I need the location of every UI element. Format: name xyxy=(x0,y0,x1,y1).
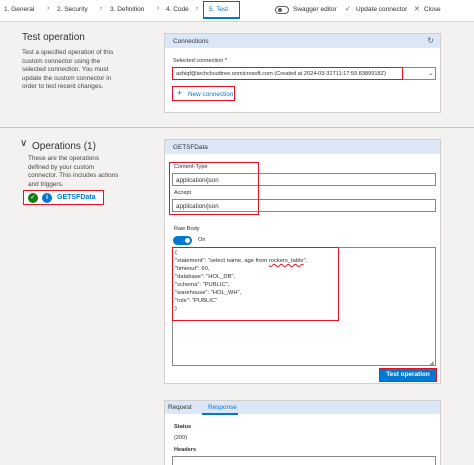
headers-output xyxy=(172,456,436,465)
section-divider xyxy=(0,127,474,128)
close-icon: ✕ xyxy=(414,6,420,13)
info-circle-icon: i xyxy=(42,193,52,203)
new-connection-label: New connection xyxy=(188,91,234,98)
test-operation-title: Test operation xyxy=(22,32,85,43)
chevron-right-icon: › xyxy=(196,5,199,12)
collapse-chevron-icon[interactable]: ∨ xyxy=(20,138,27,149)
raw-body-toggle[interactable] xyxy=(173,236,192,245)
operations-description: These are the operations defined by your… xyxy=(28,155,119,188)
status-value: (200) xyxy=(174,435,188,441)
tab-response[interactable]: Response xyxy=(208,404,237,411)
operation-panel-header: GETSFData xyxy=(165,140,440,154)
swagger-editor-toggle[interactable] xyxy=(275,6,289,14)
checkmark-icon: ✓ xyxy=(345,6,351,13)
connections-header-label: Connections xyxy=(173,37,209,45)
new-connection-button[interactable]: + New connection xyxy=(172,86,235,101)
checkmark-circle-icon: ✓ xyxy=(28,193,38,203)
close-button[interactable]: Close xyxy=(424,6,441,13)
test-operation-description: Test a specified operation of this custo… xyxy=(22,49,114,91)
step-test-label: 5. Test xyxy=(209,6,229,13)
test-operation-button[interactable]: Test operation xyxy=(379,368,437,382)
step-code[interactable]: 4. Code xyxy=(166,6,189,13)
raw-body-toggle-state: On xyxy=(198,237,206,243)
selected-connection-label: Selected connection * xyxy=(173,58,228,64)
top-navigation-bar: 1. General › 2. Security › 3. Definition… xyxy=(0,0,474,22)
resize-handle-icon[interactable]: ◢ xyxy=(429,360,434,367)
connections-panel-header: Connections ↻ xyxy=(165,34,440,48)
chevron-right-icon: › xyxy=(100,5,103,12)
step-test-active[interactable]: 5. Test xyxy=(203,1,240,19)
plus-icon: + xyxy=(177,88,183,98)
chevron-down-icon: ⌄ xyxy=(428,70,434,77)
update-connector-button[interactable]: Update connector xyxy=(356,6,407,13)
operation-getsfdata[interactable]: ✓ i GETSFData xyxy=(23,190,104,205)
operation-panel-title: GETSFData xyxy=(173,143,208,151)
tab-request[interactable]: Request xyxy=(168,404,192,411)
swagger-editor-label: Swagger editor xyxy=(293,6,337,13)
chevron-right-icon: › xyxy=(47,5,50,12)
step-general[interactable]: 1. General xyxy=(4,6,34,13)
active-tab-indicator xyxy=(202,413,238,415)
headers-label: Headers xyxy=(174,447,197,453)
operation-name: GETSFData xyxy=(57,194,96,201)
status-label: Status xyxy=(174,424,192,430)
step-security[interactable]: 2. Security xyxy=(57,6,88,13)
highlight-box xyxy=(172,247,339,321)
refresh-icon[interactable]: ↻ xyxy=(427,36,434,45)
highlight-box xyxy=(172,67,403,80)
raw-body-label: Raw Body xyxy=(174,226,200,232)
operations-title: Operations (1) xyxy=(32,141,96,152)
chevron-right-icon: › xyxy=(157,5,160,12)
highlight-box xyxy=(169,162,259,215)
step-definition[interactable]: 3. Definition xyxy=(110,6,144,13)
